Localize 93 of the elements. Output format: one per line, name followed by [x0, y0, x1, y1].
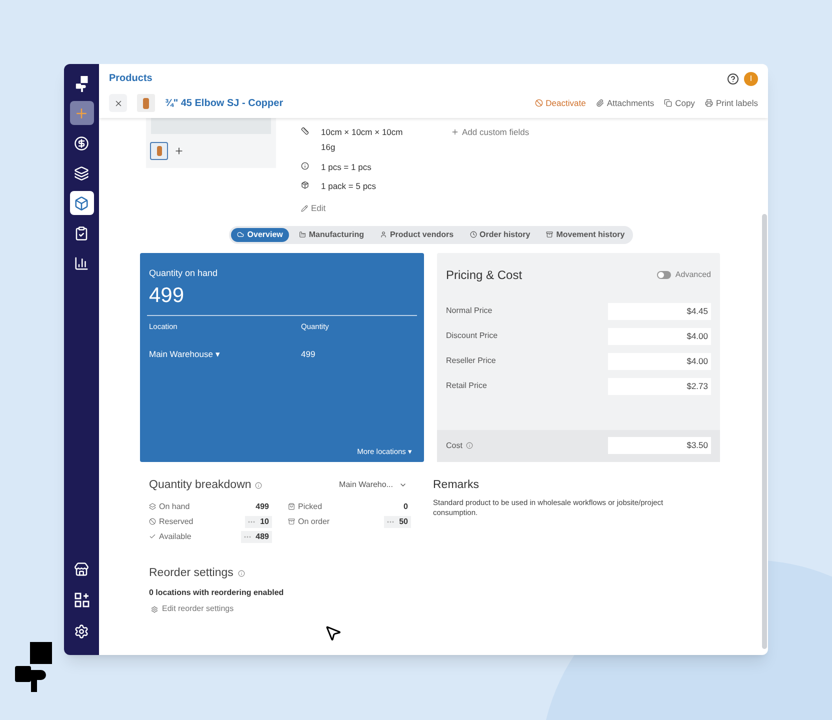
price-label: Retail Price: [446, 380, 487, 392]
action-button[interactable]: Deactivate: [534, 96, 586, 110]
tab[interactable]: Product vendors: [374, 228, 460, 242]
tab[interactable]: Manufacturing: [292, 228, 370, 242]
stock-title: Quantity on hand: [149, 266, 219, 280]
ban-icon: [534, 99, 543, 107]
paperclip-icon: [596, 99, 604, 107]
ban-icon: [149, 518, 156, 525]
price-label: Discount Price: [446, 330, 498, 342]
tab[interactable]: Overview: [231, 228, 289, 242]
bag-icon: [288, 503, 295, 510]
printer-icon: [704, 99, 713, 107]
archive-icon: [546, 231, 554, 238]
info-icon: [466, 442, 474, 450]
pencil-icon: [301, 204, 308, 212]
pricing-title: Pricing & Cost: [446, 266, 522, 284]
advanced-label: Advanced: [675, 268, 711, 281]
edit-reorder-link[interactable]: Edit reorder settings: [151, 603, 411, 616]
sidebar-item[interactable]: [70, 191, 94, 215]
price-field[interactable]: $4.00: [608, 352, 711, 370]
breakdown-label: On hand: [159, 500, 190, 512]
close-icon: [114, 98, 122, 108]
price-field[interactable]: $4.45: [608, 302, 711, 320]
stock-total: 499: [149, 285, 186, 306]
page-title: Products: [109, 72, 152, 86]
cost-label: Cost: [446, 440, 462, 452]
price-field[interactable]: $4.00: [608, 328, 711, 345]
tab[interactable]: Movement history: [540, 228, 631, 242]
add-custom-fields-link[interactable]: Add custom fields: [451, 126, 530, 139]
package-icon: [301, 181, 309, 190]
settings-icon: [74, 624, 89, 638]
edit-link[interactable]: Edit: [301, 202, 426, 215]
reorder-title: Reorder settings: [149, 566, 234, 581]
breakdown-label: On order: [298, 516, 330, 528]
cost-field[interactable]: $3.50: [608, 437, 711, 454]
plus-icon: [451, 128, 459, 136]
info-icon: [238, 570, 246, 578]
detail-text: 10cm × 10cm × 10cm: [321, 126, 403, 139]
gear-icon: [151, 606, 158, 613]
clipboard-check-icon: [74, 226, 89, 240]
ruler-icon: [301, 127, 309, 135]
stack-icon: [149, 503, 156, 510]
advanced-toggle[interactable]: [657, 270, 672, 279]
action-button[interactable]: Attachments: [596, 96, 654, 110]
breakdown-value: 50: [384, 516, 411, 528]
store-icon: [74, 562, 89, 576]
dollar-icon: [74, 136, 89, 150]
tab[interactable]: Order history: [464, 228, 536, 242]
archive-icon: [288, 518, 295, 525]
location-dropdown[interactable]: Main Wareho...: [339, 479, 407, 492]
plus-icon: [74, 106, 89, 120]
info-icon: [301, 162, 309, 170]
remarks-title: Remarks: [433, 478, 480, 493]
breakdown-value: 10: [245, 516, 272, 528]
bar-chart-icon: [74, 256, 89, 270]
logo-icon: [14, 641, 54, 693]
mouse-cursor-icon: [324, 624, 342, 642]
product-thumbnail: [137, 94, 155, 112]
help-icon[interactable]: [727, 72, 739, 84]
quantity-cell: 499: [301, 348, 316, 360]
price-label: Reseller Price: [446, 355, 496, 368]
grid-plus-icon: [74, 592, 90, 608]
location-dropdown[interactable]: Main Warehouse ▾: [149, 348, 301, 360]
detail-text: 1 pack = 5 pcs: [321, 180, 376, 193]
sidebar-item[interactable]: [70, 101, 94, 125]
factory-icon: [298, 231, 306, 238]
reorder-summary: 0 locations with reordering enabled: [149, 587, 285, 600]
breakdown-label: Picked: [298, 500, 322, 512]
box-icon: [74, 196, 89, 210]
breakdown-label: Reserved: [159, 516, 194, 528]
action-button[interactable]: Print labels: [704, 96, 758, 110]
breakdown-value: 0: [402, 500, 409, 512]
close-button[interactable]: [109, 94, 127, 112]
breakdown-title: Quantity breakdown: [149, 478, 252, 493]
check-icon: [149, 533, 156, 540]
detail-text: 1 pcs = 1 pcs: [321, 160, 372, 174]
breakdown-value: 499: [254, 500, 270, 512]
person-icon: [380, 231, 387, 238]
detail-text: 16g: [321, 140, 336, 154]
breakdown-value: 489: [240, 530, 272, 542]
thumbnail[interactable]: [150, 142, 168, 160]
action-button[interactable]: Copy: [664, 96, 695, 110]
info-icon: [255, 482, 262, 489]
layers-icon: [74, 166, 89, 180]
app-logo-icon: [74, 76, 88, 92]
product-title: ¾" 45 Elbow SJ - Copper: [165, 96, 284, 110]
price-label: Normal Price: [446, 305, 492, 318]
price-field[interactable]: $2.73: [608, 378, 711, 395]
copy-icon: [664, 99, 672, 107]
cloud-icon: [237, 231, 244, 238]
breakdown-label: Available: [159, 530, 192, 542]
clock-icon: [470, 231, 477, 238]
add-image-icon[interactable]: [174, 146, 184, 156]
